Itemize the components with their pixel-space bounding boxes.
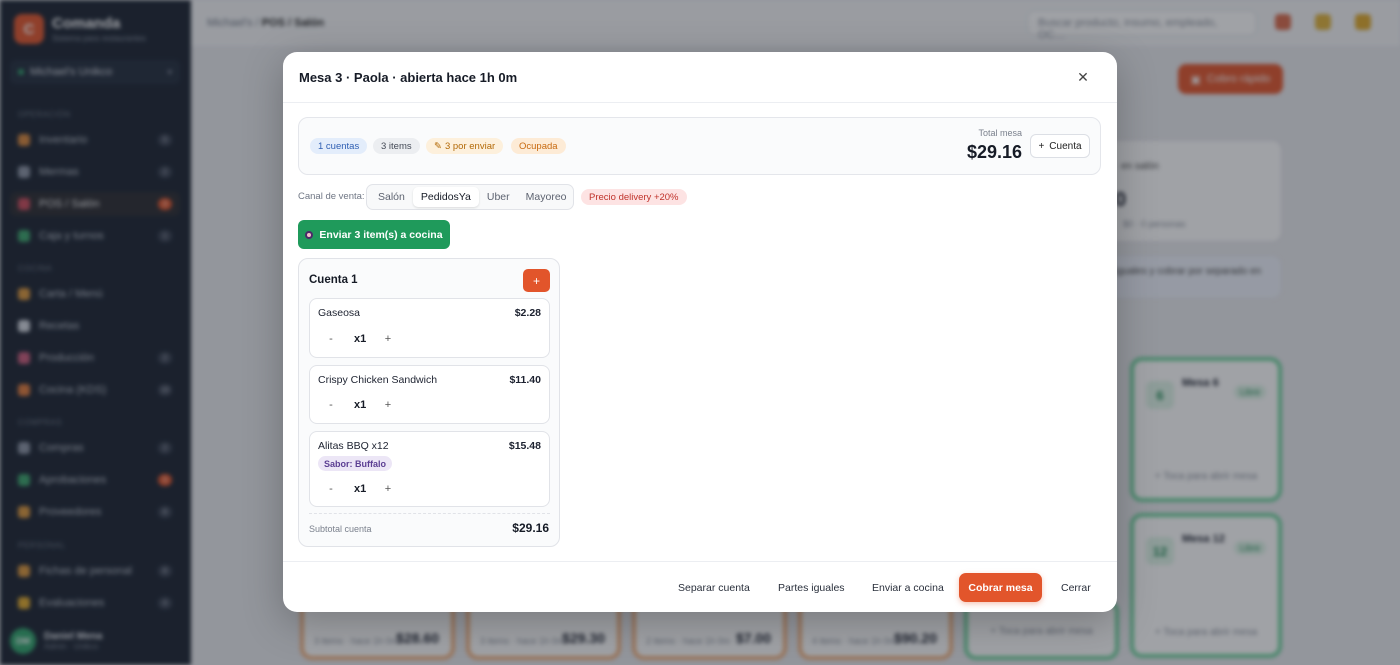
increase-quantity-button[interactable]: + <box>381 482 395 496</box>
channel-mayoreo[interactable]: Mayoreo <box>518 187 575 207</box>
item-price: $2.28 <box>514 307 541 319</box>
increase-quantity-button[interactable]: + <box>381 332 395 346</box>
send-to-kitchen-label: Enviar 3 item(s) a cocina <box>319 228 443 241</box>
close-icon[interactable]: ✕ <box>1075 69 1091 85</box>
table-modal: Mesa 3 · Paola · abierta hace 1h 0m ✕ 1 … <box>283 52 1117 612</box>
delivery-price-badge: Precio delivery +20% <box>581 189 687 205</box>
modal-footer: Separar cuenta Partes iguales Enviar a c… <box>283 561 1117 612</box>
pending-badge: ✎ 3 por enviar <box>426 138 504 154</box>
item-name: Gaseosa <box>318 307 361 319</box>
decrease-quantity-button[interactable]: - <box>324 482 338 496</box>
channel-salon[interactable]: Salón <box>370 187 413 207</box>
item-name: Crispy Chicken Sandwich <box>318 374 438 386</box>
order-item: Alitas BBQ x12 $15.48 Sabor: Buffalo - x… <box>309 431 550 507</box>
equal-parts-button[interactable]: Partes iguales <box>778 582 845 594</box>
decrease-quantity-button[interactable]: - <box>324 398 338 412</box>
channel-pedidosya[interactable]: PedidosYa <box>412 187 479 207</box>
send-kitchen-footer-button[interactable]: Enviar a cocina <box>872 582 944 594</box>
decrease-quantity-button[interactable]: - <box>324 332 338 346</box>
item-price: $11.40 <box>509 374 541 386</box>
item-price: $15.48 <box>508 440 541 452</box>
modal-title: Mesa 3 · Paola · abierta hace 1h 0m <box>299 70 518 85</box>
kitchen-icon <box>305 230 314 239</box>
increase-quantity-button[interactable]: + <box>381 398 395 412</box>
channel-uber[interactable]: Uber <box>479 187 518 207</box>
subtotal-label: Subtotal cuenta <box>309 524 372 534</box>
accounts-badge: 1 cuentas <box>310 138 368 154</box>
pencil-icon: ✎ <box>434 140 442 152</box>
status-badge: Ocupada <box>511 138 566 154</box>
total-label: Total mesa <box>978 128 1022 138</box>
table-summary: 1 cuentas 3 items ✎ 3 por enviar Ocupada… <box>298 117 1101 175</box>
account-title: Cuenta 1 <box>309 274 358 286</box>
order-item: Crispy Chicken Sandwich $11.40 - x1 + <box>309 365 550 424</box>
pending-badge-label: 3 por enviar <box>444 140 496 152</box>
item-quantity: x1 <box>354 483 367 495</box>
subtotal-value: $29.16 <box>512 521 549 535</box>
item-quantity: x1 <box>354 333 367 345</box>
plus-icon: + <box>1038 140 1045 152</box>
add-account-label: Cuenta <box>1049 140 1082 152</box>
account-card: Cuenta 1 + Gaseosa $2.28 - x1 + Crispy C… <box>298 258 560 547</box>
subtotal-divider <box>309 513 550 514</box>
split-account-button[interactable]: Separar cuenta <box>678 582 750 594</box>
items-badge: 3 items <box>373 138 420 154</box>
item-quantity: x1 <box>354 399 367 411</box>
order-item: Gaseosa $2.28 - x1 + <box>309 298 550 358</box>
add-account-button[interactable]: + Cuenta <box>1030 134 1090 158</box>
total-value: $29.16 <box>966 142 1022 162</box>
item-modifier-tag: Sabor: Buffalo <box>318 456 392 471</box>
send-to-kitchen-button[interactable]: Enviar 3 item(s) a cocina <box>298 220 450 249</box>
charge-table-button[interactable]: Cobrar mesa <box>959 573 1042 602</box>
add-item-button[interactable]: + <box>523 269 550 292</box>
close-button[interactable]: Cerrar <box>1061 582 1091 594</box>
channel-label: Canal de venta: <box>298 191 365 202</box>
channel-selector: Salón PedidosYa Uber Mayoreo <box>366 184 574 210</box>
modal-header: Mesa 3 · Paola · abierta hace 1h 0m ✕ <box>283 52 1117 103</box>
item-name: Alitas BBQ x12 <box>318 440 389 452</box>
